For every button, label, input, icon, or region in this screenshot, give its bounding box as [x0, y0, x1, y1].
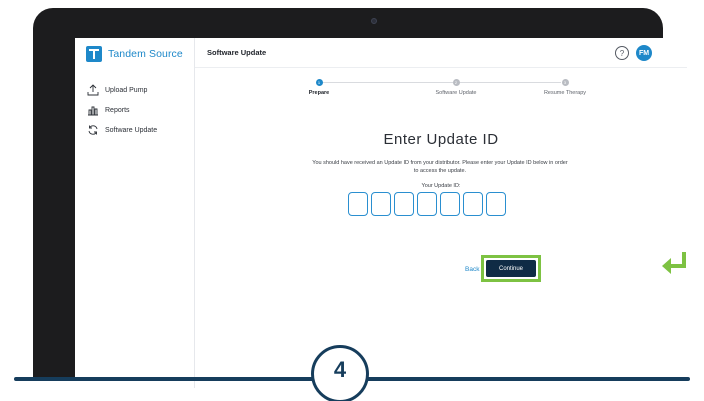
return-arrow-icon — [660, 252, 692, 278]
step-label: Software Update — [435, 90, 477, 96]
sidebar-item-software-update[interactable]: Software Update — [87, 123, 157, 137]
update-id-digit-input[interactable] — [463, 192, 483, 216]
progress-stepper: 1 Prepare 2 Software Update 3 Resume The… — [195, 68, 687, 108]
page-title: Software Update — [207, 48, 267, 57]
step-dot-number: 2 — [454, 80, 458, 85]
sidebar-item-label: Upload Pump — [105, 86, 148, 94]
step-dot-number: 3 — [563, 80, 567, 85]
avatar-initials: FM — [638, 49, 650, 57]
refresh-icon — [87, 124, 99, 136]
upload-icon — [87, 84, 99, 96]
page-header: Software Update ? FM — [195, 38, 687, 68]
continue-button[interactable]: Continue — [486, 260, 536, 277]
update-id-digit-input[interactable] — [394, 192, 414, 216]
tutorial-stage: Tandem Source Upload Pump Reports Softwa… — [0, 0, 704, 401]
update-id-input-group — [348, 192, 506, 216]
back-link[interactable]: Back — [465, 266, 479, 273]
help-glyph: ? — [619, 48, 625, 58]
update-id-digit-input[interactable] — [440, 192, 460, 216]
step-dot: 1 — [315, 79, 323, 86]
update-id-digit-input[interactable] — [371, 192, 391, 216]
update-id-label: Your Update ID: — [421, 183, 461, 189]
step-prepare: 1 Prepare — [274, 79, 364, 96]
step-dot: 2 — [452, 79, 460, 86]
update-description: You should have received an Update ID fr… — [312, 160, 568, 174]
update-id-digit-input[interactable] — [486, 192, 506, 216]
update-id-digit-input[interactable] — [348, 192, 368, 216]
app-screen: Tandem Source Upload Pump Reports Softwa… — [75, 38, 687, 388]
update-heading: Enter Update ID — [383, 131, 499, 148]
tutorial-step-badge: 4 — [311, 345, 369, 401]
laptop-frame: Tandem Source Upload Pump Reports Softwa… — [33, 8, 687, 388]
sidebar: Tandem Source Upload Pump Reports Softwa… — [75, 38, 195, 388]
brand-name: Tandem Source — [108, 48, 183, 60]
step-dot: 3 — [561, 79, 569, 86]
help-icon[interactable]: ? — [615, 46, 629, 60]
tandem-logo-icon — [86, 46, 102, 62]
sidebar-item-label: Reports — [105, 106, 130, 114]
step-software-update: 2 Software Update — [411, 79, 501, 96]
step-resume-therapy: 3 Resume Therapy — [520, 79, 610, 96]
camera-icon — [371, 18, 377, 24]
tutorial-step-number: 4 — [333, 357, 347, 382]
step-label: Prepare — [308, 90, 330, 96]
avatar[interactable]: FM — [636, 45, 652, 61]
step-label: Resume Therapy — [543, 90, 587, 96]
brand[interactable]: Tandem Source — [86, 46, 183, 62]
sidebar-item-upload-pump[interactable]: Upload Pump — [87, 83, 157, 97]
update-id-digit-input[interactable] — [417, 192, 437, 216]
sidebar-item-label: Software Update — [105, 126, 158, 134]
sidebar-nav: Upload Pump Reports Software Update — [87, 83, 157, 143]
sidebar-item-reports[interactable]: Reports — [87, 103, 157, 117]
step-dot-number: 1 — [317, 80, 321, 85]
bar-chart-icon — [87, 104, 99, 116]
